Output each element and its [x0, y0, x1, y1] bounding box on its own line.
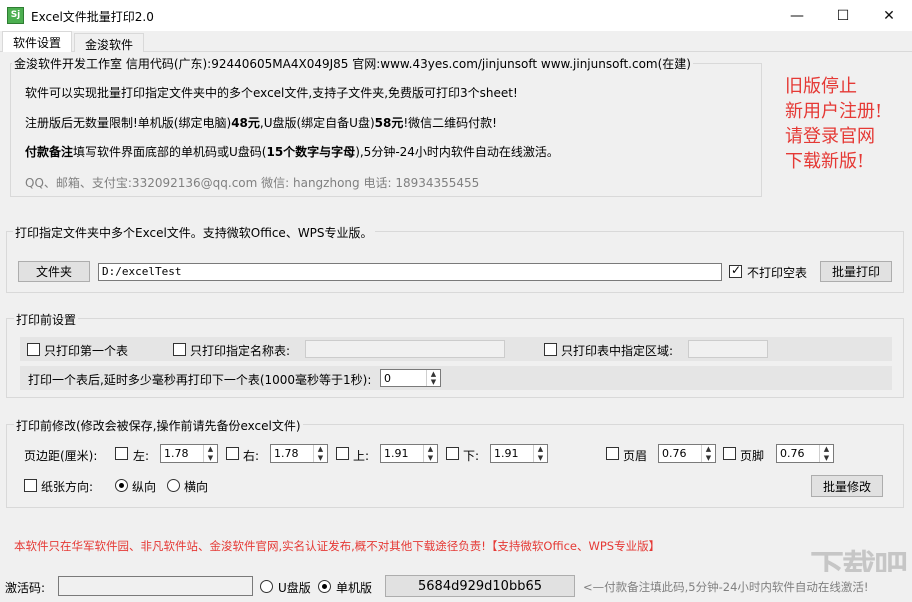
spin-down-icon[interactable]: ▼: [427, 378, 440, 386]
spin-down-icon[interactable]: ▼: [702, 454, 715, 463]
spin-up-icon[interactable]: ▲: [204, 445, 217, 454]
margin-right-checkbox[interactable]: [226, 447, 239, 460]
footer-value: 0.76: [780, 447, 805, 460]
activation-label: 激活码:: [5, 581, 46, 595]
margin-right-stepper[interactable]: 1.78 ▲ ▼: [270, 444, 328, 463]
orientation-checkbox[interactable]: [24, 479, 37, 492]
promo-line: 下载新版!: [785, 151, 865, 172]
standalone-version-radio[interactable]: [318, 580, 331, 593]
folder-button[interactable]: 文件夹: [18, 261, 90, 282]
promo-line: 新用户注册!: [785, 101, 883, 122]
margin-left-stepper[interactable]: 1.78 ▲ ▼: [160, 444, 218, 463]
modify-group: [6, 424, 904, 508]
margin-bottom-label: 下:: [463, 449, 480, 463]
portrait-label: 纵向: [132, 480, 157, 494]
batch-modify-button[interactable]: 批量修改: [811, 475, 883, 497]
minimize-button[interactable]: —: [774, 0, 820, 31]
maximize-button[interactable]: ☐: [820, 0, 866, 31]
margin-bottom-checkbox[interactable]: [446, 447, 459, 460]
print-folder-title: 打印指定文件夹中多个Excel文件。支持微软Office、WPS专业版。: [13, 224, 375, 241]
only-named-input[interactable]: [305, 340, 505, 358]
standalone-version-label: 单机版: [336, 581, 373, 595]
tab-jinjun[interactable]: 金浚软件: [74, 33, 145, 52]
usb-version-label: U盘版: [278, 581, 311, 595]
info-line-1: 软件可以实现批量打印指定文件夹中的多个excel文件,支持子文件夹,免费版可打印…: [25, 86, 518, 100]
activation-input[interactable]: [58, 576, 253, 596]
folder-path-input[interactable]: D:/excelTest: [98, 263, 722, 281]
margin-right-label: 右:: [243, 449, 260, 463]
spin-down-icon[interactable]: ▼: [820, 454, 833, 463]
info-line-2: 注册版后无数量限制!单机版(绑定电脑)48元,U盘版(绑定自备U盘)58元!微信…: [25, 116, 497, 130]
promo-line: 请登录官网: [785, 126, 875, 147]
batch-print-button[interactable]: 批量打印: [820, 261, 892, 282]
spin-up-icon[interactable]: ▲: [424, 445, 437, 454]
margin-bottom-value: 1.91: [494, 447, 519, 460]
app-icon: Sj: [7, 7, 24, 24]
usb-version-radio[interactable]: [260, 580, 273, 593]
spin-up-icon[interactable]: ▲: [534, 445, 547, 454]
spin-up-icon[interactable]: ▲: [702, 445, 715, 454]
orientation-label: 纸张方向:: [41, 480, 94, 494]
footer-checkbox[interactable]: [723, 447, 736, 460]
modify-title: 打印前修改(修改会被保存,操作前请先备份excel文件): [14, 417, 303, 434]
margin-left-checkbox[interactable]: [115, 447, 128, 460]
landscape-radio[interactable]: [167, 479, 180, 492]
margin-label: 页边距(厘米):: [24, 449, 98, 463]
only-range-label: 只打印表中指定区域:: [561, 344, 674, 358]
margin-top-checkbox[interactable]: [336, 447, 349, 460]
skip-blank-label: 不打印空表: [747, 266, 808, 280]
window-title: Excel文件批量打印2.0: [31, 10, 154, 24]
status-bar: 激活码: U盘版 单机版 5684d929d10bb65 <—付款备注填此码,5…: [0, 572, 912, 602]
close-button[interactable]: ✕: [866, 0, 912, 31]
spin-up-icon[interactable]: ▲: [427, 370, 440, 378]
landscape-label: 横向: [184, 480, 209, 494]
only-range-input[interactable]: [688, 340, 768, 358]
spin-up-icon[interactable]: ▲: [314, 445, 327, 454]
margin-left-value: 1.78: [164, 447, 189, 460]
pre-settings-title: 打印前设置: [14, 311, 79, 328]
margin-right-value: 1.78: [274, 447, 299, 460]
footer-stepper[interactable]: 0.76 ▲ ▼: [776, 444, 834, 463]
header-label: 页眉: [623, 449, 648, 463]
machine-code-hint: <—付款备注填此码,5分钟-24小时内软件自动在线激活!: [583, 580, 869, 594]
margin-top-stepper[interactable]: 1.91 ▲ ▼: [380, 444, 438, 463]
spin-down-icon[interactable]: ▼: [314, 454, 327, 463]
margin-top-value: 1.91: [384, 447, 409, 460]
promo-notice: 旧版停止 新用户注册! 请登录官网 下载新版!: [785, 74, 882, 174]
spin-up-icon[interactable]: ▲: [820, 445, 833, 454]
contact-info: QQ、邮箱、支付宝:332092136@qq.com 微信: hangzhong…: [25, 176, 480, 190]
spin-down-icon[interactable]: ▼: [204, 454, 217, 463]
tab-settings[interactable]: 软件设置: [2, 31, 73, 53]
portrait-radio[interactable]: [115, 479, 128, 492]
header-value: 0.76: [662, 447, 687, 460]
skip-blank-checkbox[interactable]: [729, 263, 742, 278]
margin-top-label: 上:: [353, 449, 370, 463]
footer-disclaimer: 本软件只在华军软件园、非凡软件站、金浚软件官网,实名认证发布,概不对其他下载途径…: [14, 539, 661, 553]
machine-code: 5684d929d10bb65: [385, 575, 575, 597]
footer-label: 页脚: [740, 449, 765, 463]
only-first-checkbox[interactable]: [27, 343, 40, 356]
delay-stepper[interactable]: 0 ▲ ▼: [380, 369, 441, 387]
header-stepper[interactable]: 0.76 ▲ ▼: [658, 444, 716, 463]
only-range-checkbox[interactable]: [544, 343, 557, 356]
only-named-checkbox[interactable]: [173, 343, 186, 356]
spin-down-icon[interactable]: ▼: [534, 454, 547, 463]
margin-bottom-stepper[interactable]: 1.91 ▲ ▼: [490, 444, 548, 463]
tab-strip: 软件设置 金浚软件: [0, 31, 912, 53]
only-named-label: 只打印指定名称表:: [190, 344, 291, 358]
margin-left-label: 左:: [133, 449, 150, 463]
company-info: 金浚软件开发工作室 信用代码(广东):92440605MA4X049J85 官网…: [12, 55, 693, 72]
only-first-label: 只打印第一个表: [44, 344, 129, 358]
delay-value: 0: [384, 372, 391, 385]
promo-line: 旧版停止: [785, 76, 857, 97]
delay-label: 打印一个表后,延时多少毫秒再打印下一个表(1000毫秒等于1秒):: [28, 373, 372, 387]
spin-down-icon[interactable]: ▼: [424, 454, 437, 463]
info-line-3: 付款备注填写软件界面底部的单机码或U盘码(15个数字与字母),5分钟-24小时内…: [25, 145, 559, 159]
title-bar: Sj Excel文件批量打印2.0 — ☐ ✕: [0, 0, 912, 31]
header-checkbox[interactable]: [606, 447, 619, 460]
